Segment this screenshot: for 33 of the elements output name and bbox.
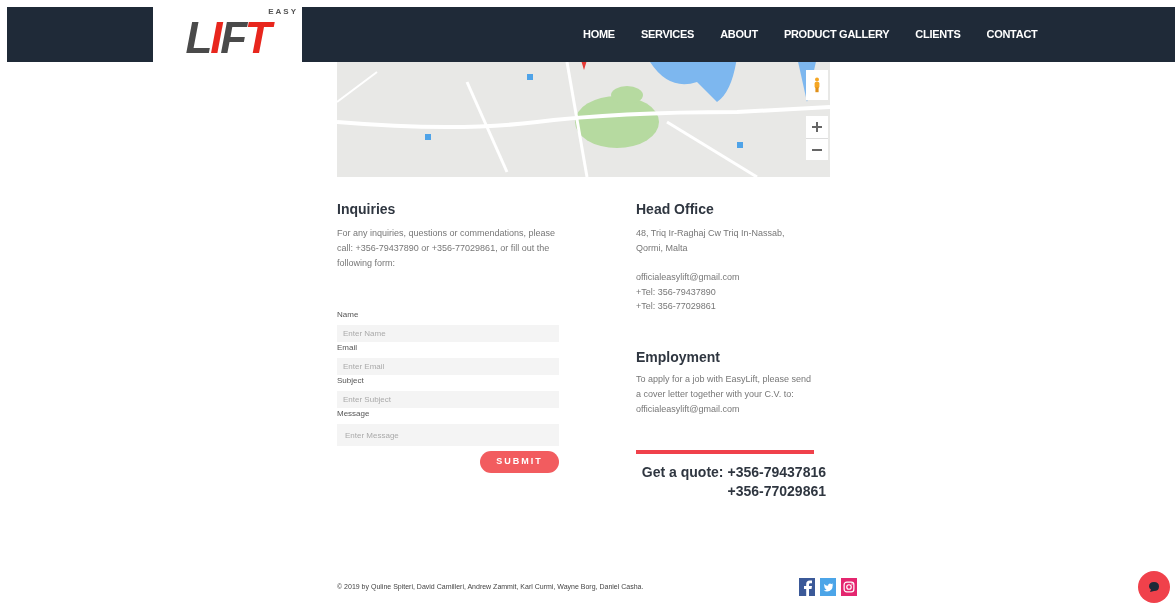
twitter-icon[interactable]	[820, 578, 836, 596]
nav-link[interactable]: PRODUCT GALLERY	[783, 26, 890, 43]
address-text: 48, Triq Ir-Raghaj Cw Triq In-Nassab, Qormi, Malta	[636, 227, 786, 255]
logo-small-text: E A S Y	[268, 7, 296, 16]
contact-text: officialeasylift@gmail.com	[636, 271, 741, 284]
nav-link[interactable]: ABOUT	[720, 26, 758, 43]
quote-phone: +356-79437816	[727, 462, 826, 482]
section-title: Inquiries	[337, 200, 397, 218]
chat-icon	[1148, 581, 1160, 593]
facebook-icon[interactable]	[799, 578, 815, 596]
logo[interactable]: E A S Y LIFT	[153, 7, 302, 62]
contact-text: +Tel: 356-79437890	[636, 285, 717, 299]
contact-text: +Tel: 356-77029861	[636, 300, 717, 313]
quote-phone: +356-77029861	[727, 481, 826, 501]
inquiries-text: For any inquiries, questions or commendations, please call: +356-79437890 or +356-77029861, or fill out the following form:	[337, 227, 557, 270]
instagram-icon[interactable]	[841, 578, 857, 596]
nav-link[interactable]: CONTACT	[986, 26, 1038, 43]
field-label: Name	[337, 309, 360, 320]
nav-link[interactable]: HOME	[583, 26, 615, 43]
input-field[interactable]: Enter Email	[337, 358, 559, 375]
section-title: Employment	[636, 347, 721, 366]
chat-button[interactable]	[1138, 571, 1170, 603]
input-field[interactable]: Enter Name	[337, 325, 559, 342]
nav-link[interactable]: SERVICES	[640, 26, 695, 43]
field-label: Message	[337, 408, 371, 419]
employment-text: To apply for a job with EasyLift, please send a cover letter together with your C.V. to: officialeasylift@gmail.com	[636, 372, 813, 416]
message-field[interactable]: Enter Message	[337, 424, 559, 446]
quote-label: Get a quote:	[641, 462, 724, 482]
nav-link[interactable]: CLIENTS	[915, 26, 961, 43]
field-label: Email	[337, 342, 358, 353]
input-field[interactable]: Enter Subject	[337, 391, 559, 408]
field-label: Subject	[337, 375, 365, 386]
section-title: Head Office	[636, 200, 715, 218]
